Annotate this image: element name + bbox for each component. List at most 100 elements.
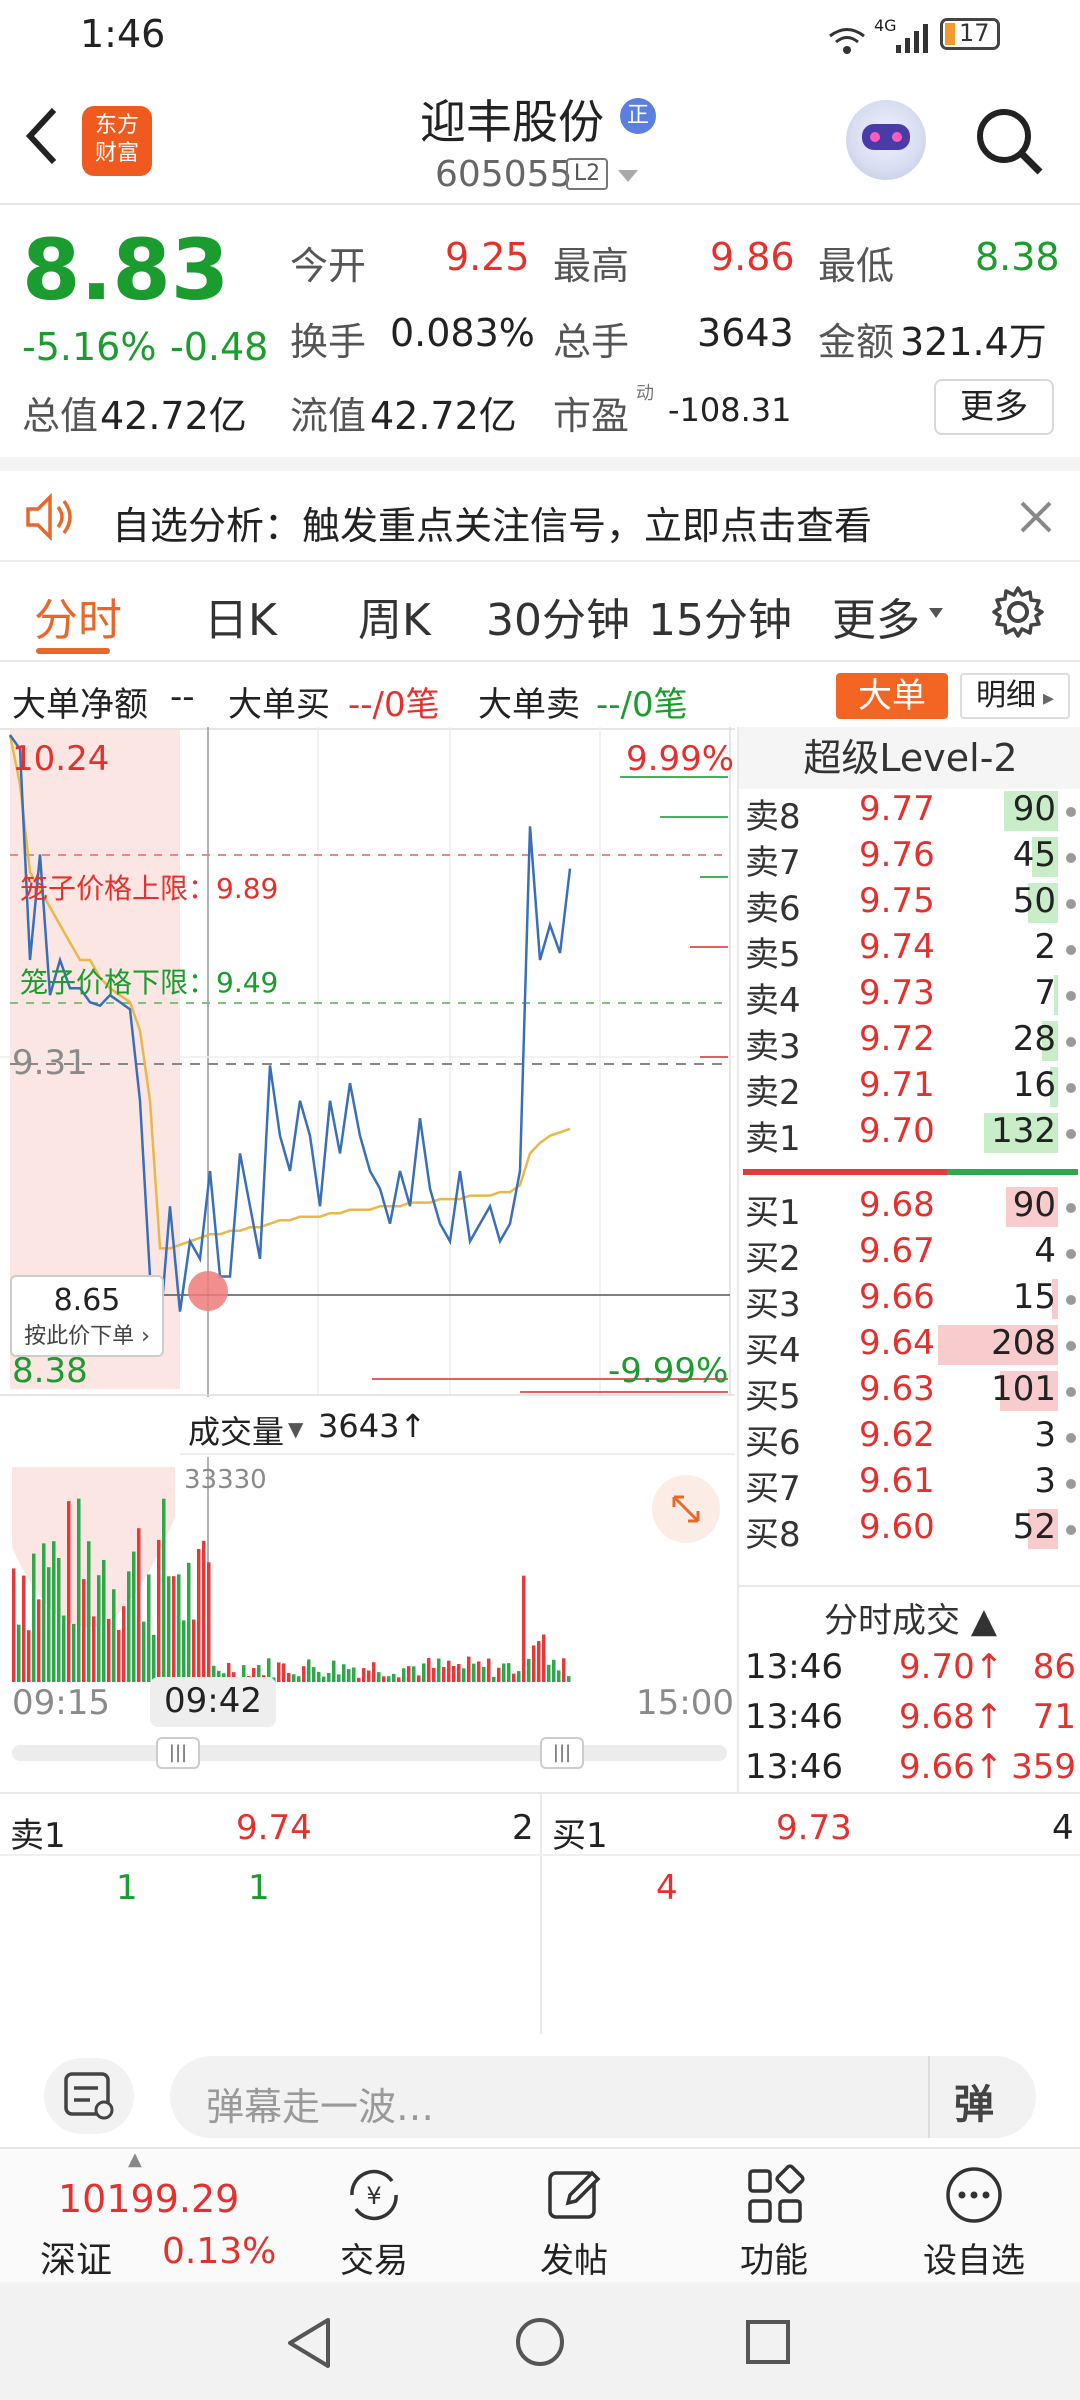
robot-avatar-icon[interactable]: [846, 100, 926, 180]
price-top-label: 10.24: [12, 739, 110, 779]
volume-bar: [552, 1659, 556, 1682]
ask-row[interactable]: 卖3 9.72 28: [739, 1019, 1080, 1067]
big-order-button[interactable]: 大单: [836, 673, 948, 719]
level-volume: 3: [1034, 1461, 1056, 1501]
bottom-nav: ▲ 10199.29 深证 0.13% ¥ 交易 发帖 功能 设自选: [0, 2147, 1080, 2282]
nav-trade[interactable]: ¥ 交易: [274, 2149, 474, 2284]
low-label: 最低: [818, 244, 895, 288]
stock-badge: 正: [620, 98, 656, 134]
pe-value: -108.31: [668, 391, 792, 429]
ask-row[interactable]: 卖1 9.70 132: [739, 1111, 1080, 1159]
ask-row[interactable]: 卖5 9.74 2: [739, 927, 1080, 975]
bid-row[interactable]: 买5 9.63 101: [739, 1369, 1080, 1417]
tab-intraday[interactable]: 分时: [34, 584, 122, 648]
big-order-bar: 大单净额 -- 大单买 --/0笔 大单卖 --/0笔 大单 明细 ▸: [0, 665, 1080, 727]
index-ticker[interactable]: ▲ 10199.29 深证 0.13%: [0, 2149, 290, 2284]
chart-tabs: 分时 日K 周K 30分钟 15分钟 更多: [0, 562, 1080, 662]
big-sell-value: --/0笔: [596, 685, 688, 725]
level-volume: 45: [1012, 835, 1056, 875]
bid-row[interactable]: 买1 9.68 90: [739, 1185, 1080, 1233]
tab-daily-k[interactable]: 日K: [204, 584, 277, 648]
bid-row[interactable]: 买2 9.67 4: [739, 1231, 1080, 1279]
bid-row[interactable]: 买8 9.60 52: [739, 1507, 1080, 1555]
danmu-input[interactable]: 弹幕走一波… 弹: [170, 2056, 1036, 2138]
level-badge[interactable]: L2: [566, 158, 608, 190]
cursor-order-box[interactable]: 8.65 按此价下单 ›: [10, 1275, 164, 1357]
volume-bar: [317, 1671, 321, 1682]
bid-row[interactable]: 买4 9.64 208: [739, 1323, 1080, 1371]
back-icon[interactable]: [22, 106, 62, 166]
back-triangle-icon[interactable]: [284, 2316, 334, 2370]
close-icon[interactable]: [1018, 499, 1054, 535]
ask-row[interactable]: 卖7 9.76 45: [739, 835, 1080, 883]
detail-button[interactable]: 明细 ▸: [960, 673, 1070, 719]
level-label: 买6: [745, 1423, 801, 1463]
volume-label[interactable]: 成交量: [188, 1407, 284, 1453]
volume-bar: [177, 1574, 181, 1682]
tab-more[interactable]: 更多: [832, 584, 920, 648]
more-quote-button[interactable]: 更多: [934, 379, 1054, 435]
volume-header: 成交量 ▼ 3643↑: [180, 1397, 735, 1455]
volume-bar: [132, 1551, 136, 1682]
level-label: 买2: [745, 1239, 801, 1279]
dropdown-icon[interactable]: [616, 168, 640, 184]
app-logo[interactable]: 东方 财富: [82, 106, 152, 176]
ask-row[interactable]: 卖4 9.73 7: [739, 973, 1080, 1021]
bid-row[interactable]: 买7 9.61 3: [739, 1461, 1080, 1509]
net-label: 大单净额: [12, 685, 148, 725]
volume-bar: [92, 1616, 96, 1682]
ask-row[interactable]: 卖2 9.71 16: [739, 1065, 1080, 1113]
search-icon[interactable]: [974, 106, 1046, 178]
volume-bar: [42, 1543, 46, 1682]
tab-30min[interactable]: 30分钟: [486, 584, 630, 648]
recents-square-icon[interactable]: [744, 2318, 792, 2366]
dot-icon: [1066, 945, 1076, 955]
level-volume: 16: [1012, 1065, 1056, 1105]
time-range-track[interactable]: [12, 1745, 727, 1761]
level-volume: 3: [1034, 1415, 1056, 1455]
cage-upper: 笼子价格上限：9.89: [20, 872, 279, 905]
volume-bar: [532, 1645, 536, 1682]
level-label: 卖6: [745, 889, 801, 929]
volume-bar: [82, 1579, 86, 1682]
nav-add-watchlist[interactable]: 设自选: [874, 2149, 1074, 2284]
level-price: 9.71: [859, 1065, 935, 1105]
tick-volume: 86: [1032, 1647, 1076, 1687]
level-volume: 15: [1012, 1277, 1056, 1317]
range-right-handle[interactable]: |||: [540, 1737, 584, 1769]
volume-bar: [412, 1666, 416, 1682]
level-volume: 4: [1034, 1231, 1056, 1271]
nav-functions[interactable]: 功能: [674, 2149, 874, 2284]
volume-bar: [287, 1672, 291, 1682]
wifi-icon: [828, 20, 866, 54]
level-label: 卖5: [745, 935, 801, 975]
home-circle-icon[interactable]: [514, 2316, 566, 2368]
ask-row[interactable]: 卖8 9.77 90: [739, 789, 1080, 837]
ask-row[interactable]: 卖6 9.75 50: [739, 881, 1080, 929]
volume-bar: [372, 1662, 376, 1682]
signal-banner[interactable]: 自选分析：触发重点关注信号，立即点击查看: [0, 457, 1080, 562]
bid-row[interactable]: 买6 9.62 3: [739, 1415, 1080, 1463]
volume-bar: [302, 1666, 306, 1682]
tick-price: 9.68↑: [899, 1697, 1004, 1737]
queue-sell-price: 9.74: [236, 1808, 312, 1848]
tab-15min[interactable]: 15分钟: [648, 584, 792, 648]
volume-bar: [437, 1658, 441, 1682]
nav-post[interactable]: 发帖: [474, 2149, 674, 2284]
volume-bar: [37, 1599, 41, 1682]
volume-bar: [517, 1671, 521, 1682]
gear-icon[interactable]: [990, 584, 1046, 640]
tab-weekly-k[interactable]: 周K: [358, 584, 431, 648]
turnover-value: 0.083%: [390, 311, 535, 355]
level-label: 卖7: [745, 843, 801, 883]
danmu-send-button[interactable]: 弹: [954, 2072, 994, 2130]
bid-row[interactable]: 买3 9.66 15: [739, 1277, 1080, 1325]
cursor-dot: [188, 1271, 228, 1311]
volume-bar: [357, 1677, 361, 1682]
range-left-handle[interactable]: |||: [156, 1737, 200, 1769]
expand-icon[interactable]: [652, 1475, 720, 1543]
system-nav: [0, 2282, 1080, 2400]
intraday-chart[interactable]: 10.24 9.99% 笼子价格上限：9.89 笼子价格下限：9.49 9.31…: [0, 727, 735, 1397]
volume-bar: [397, 1677, 401, 1682]
danmu-settings-icon[interactable]: [44, 2058, 134, 2134]
